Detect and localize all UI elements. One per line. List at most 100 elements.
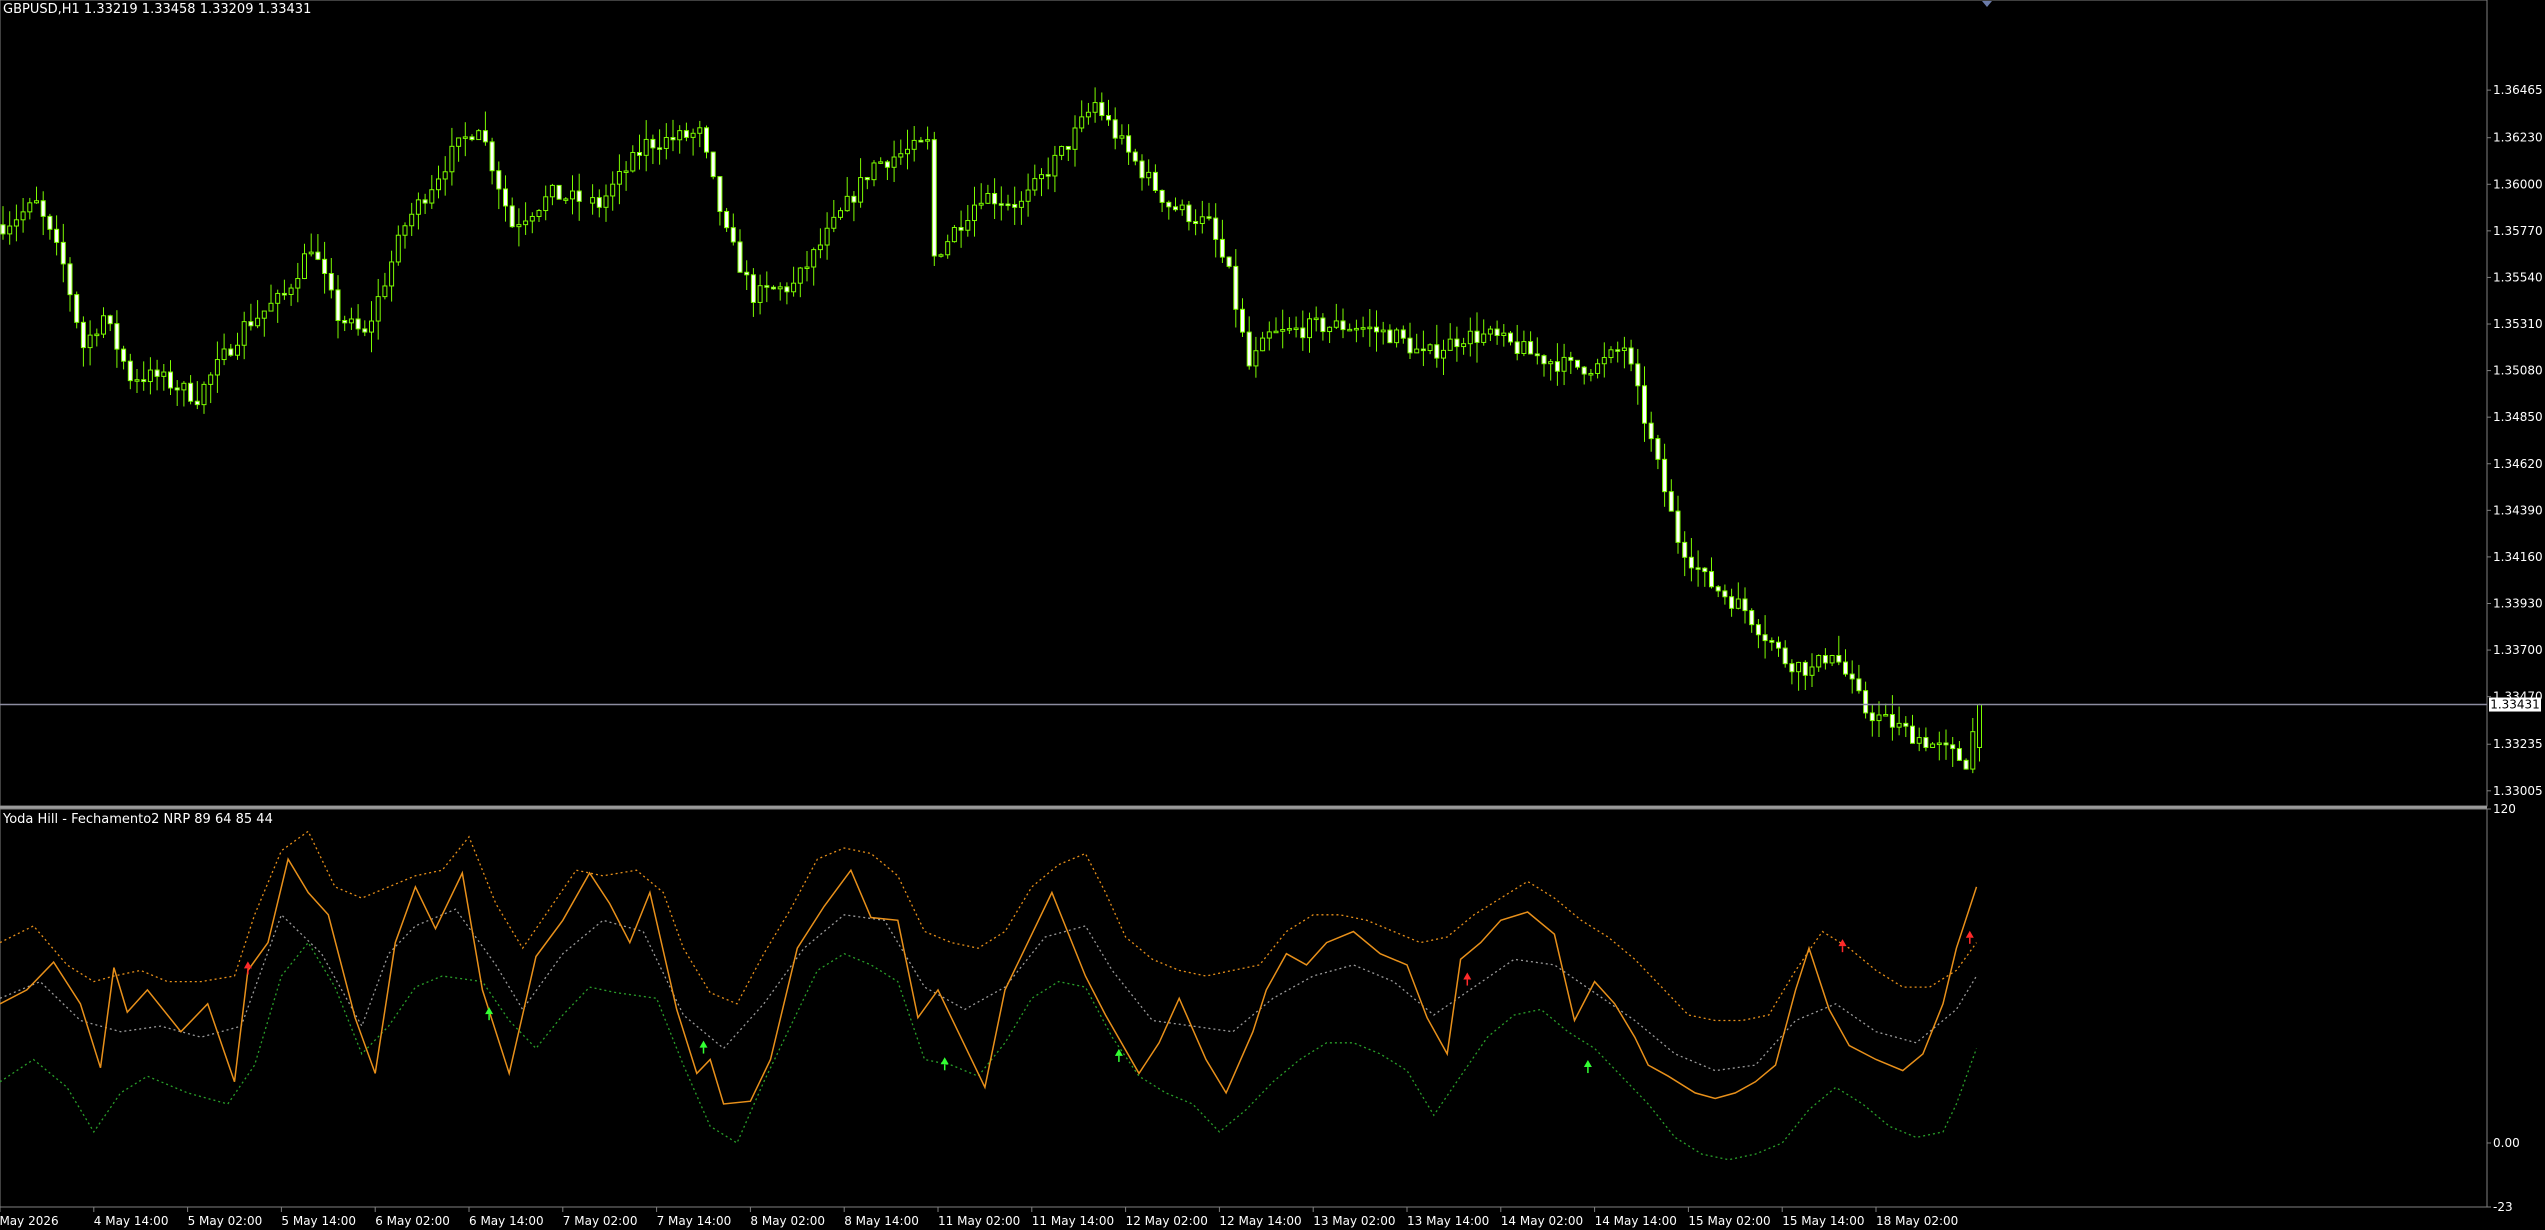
candle-bear bbox=[1843, 661, 1848, 675]
candle-bear bbox=[657, 147, 663, 150]
candle-bear bbox=[1662, 458, 1668, 493]
candle-bear bbox=[1219, 238, 1225, 258]
candle-bear bbox=[1099, 102, 1105, 117]
candle-bull bbox=[1521, 341, 1527, 354]
candle-bear bbox=[1514, 341, 1520, 354]
candle-bear bbox=[1152, 171, 1158, 191]
price-tick-label: 1.35540 bbox=[2493, 270, 2543, 284]
candle-bear bbox=[1675, 510, 1681, 543]
candle-bear bbox=[1782, 647, 1788, 665]
candle-bull bbox=[804, 266, 810, 269]
candle-bull bbox=[938, 254, 944, 257]
candle-bull bbox=[536, 210, 542, 217]
candle-bear bbox=[1769, 640, 1775, 643]
candle-bear bbox=[1755, 624, 1761, 636]
candle-bear bbox=[1863, 690, 1869, 714]
candle-bear bbox=[851, 195, 857, 203]
trading-chart[interactable]: 1.36465 1.36230 1.36000 1.35770 1.35540 1.353… bbox=[0, 0, 2545, 1230]
candle-bull bbox=[623, 170, 629, 173]
candle-bull bbox=[1595, 363, 1601, 374]
time-tick-label: 8 May 14:00 bbox=[844, 1214, 919, 1228]
candle-bull bbox=[402, 225, 408, 236]
candle-bull bbox=[409, 213, 415, 227]
price-tick-label: 1.33930 bbox=[2493, 596, 2543, 610]
candle-bull bbox=[348, 318, 354, 324]
candle-bear bbox=[67, 263, 73, 296]
candle-bull bbox=[643, 138, 649, 156]
candle-bull bbox=[1367, 326, 1373, 330]
candle-bull bbox=[1829, 654, 1835, 664]
candle-bull bbox=[1608, 349, 1614, 359]
candle-bull bbox=[87, 334, 93, 349]
candle-bull bbox=[442, 171, 448, 180]
candle-bull bbox=[1293, 327, 1299, 331]
price-tick-label: 1.33700 bbox=[2493, 643, 2543, 657]
candle-bull bbox=[1179, 204, 1185, 211]
candle-bear bbox=[1688, 556, 1694, 569]
candle-bear bbox=[1240, 308, 1245, 333]
candle-bull bbox=[925, 139, 931, 142]
time-tick-label: 7 May 02:00 bbox=[563, 1214, 638, 1228]
candle-bull bbox=[288, 287, 294, 295]
candle-bull bbox=[1273, 330, 1279, 334]
candle-bull bbox=[436, 178, 441, 191]
candle-bull bbox=[449, 145, 455, 173]
time-tick-label: 13 May 14:00 bbox=[1407, 1214, 1489, 1228]
candle-bear bbox=[1012, 203, 1018, 208]
candle-bear bbox=[1065, 145, 1071, 150]
candle-bear bbox=[328, 272, 334, 291]
candle-bear bbox=[1802, 661, 1808, 676]
candle-bear bbox=[1709, 571, 1714, 588]
candle-bull bbox=[201, 383, 207, 406]
candle-bear bbox=[1849, 673, 1855, 680]
candle-bear bbox=[1950, 744, 1956, 750]
candle-bear bbox=[469, 136, 475, 141]
time-tick-label: 6 May 14:00 bbox=[469, 1214, 544, 1228]
price-tick-label: 1.36230 bbox=[2493, 131, 2543, 145]
candle-bear bbox=[1668, 491, 1674, 512]
candle-bull bbox=[1092, 102, 1098, 113]
candle-bull bbox=[456, 137, 462, 147]
candle-bear bbox=[127, 360, 133, 382]
candle-bull bbox=[181, 382, 187, 391]
candle-bull bbox=[308, 251, 314, 255]
candle-bear bbox=[188, 382, 194, 402]
indicator-tick-label: 0.00 bbox=[2493, 1136, 2520, 1150]
candle-bull bbox=[1394, 329, 1400, 344]
candle-bull bbox=[543, 196, 549, 212]
candle-bear bbox=[1166, 201, 1172, 208]
candle-bear bbox=[174, 387, 180, 391]
candle-bear bbox=[1045, 174, 1051, 177]
time-tick-label: 11 May 14:00 bbox=[1032, 1214, 1114, 1228]
candle-bear bbox=[1789, 663, 1795, 673]
candle-bear bbox=[1642, 385, 1647, 424]
candle-bull bbox=[1876, 714, 1882, 722]
candle-bull bbox=[871, 162, 877, 181]
candle-bull bbox=[1977, 704, 1982, 748]
candle-bear bbox=[1910, 725, 1915, 744]
candle-bull bbox=[295, 278, 301, 289]
candle-bull bbox=[1447, 338, 1453, 351]
candle-bull bbox=[516, 224, 522, 228]
candle-bear bbox=[730, 227, 736, 243]
candle-bear bbox=[744, 271, 750, 276]
candle-bear bbox=[1628, 347, 1634, 365]
candle-bear bbox=[998, 203, 1004, 206]
candle-bear bbox=[1005, 203, 1011, 207]
candle-bear bbox=[1246, 331, 1252, 367]
candle-bear bbox=[764, 285, 770, 288]
candle-bear bbox=[1494, 328, 1500, 336]
candle-bull bbox=[27, 202, 33, 213]
candle-bear bbox=[1554, 361, 1560, 372]
candle-bear bbox=[1715, 586, 1721, 592]
candle-bull bbox=[590, 197, 596, 204]
price-tick-label: 1.33005 bbox=[2493, 784, 2543, 798]
candle-bull bbox=[208, 374, 214, 385]
candle-bull bbox=[549, 184, 555, 198]
candle-bear bbox=[1474, 330, 1480, 343]
candle-bear bbox=[248, 321, 254, 327]
candle-bull bbox=[797, 267, 803, 284]
candle-bear bbox=[168, 371, 173, 389]
candle-bear bbox=[1568, 356, 1574, 361]
candle-bull bbox=[1039, 174, 1044, 180]
